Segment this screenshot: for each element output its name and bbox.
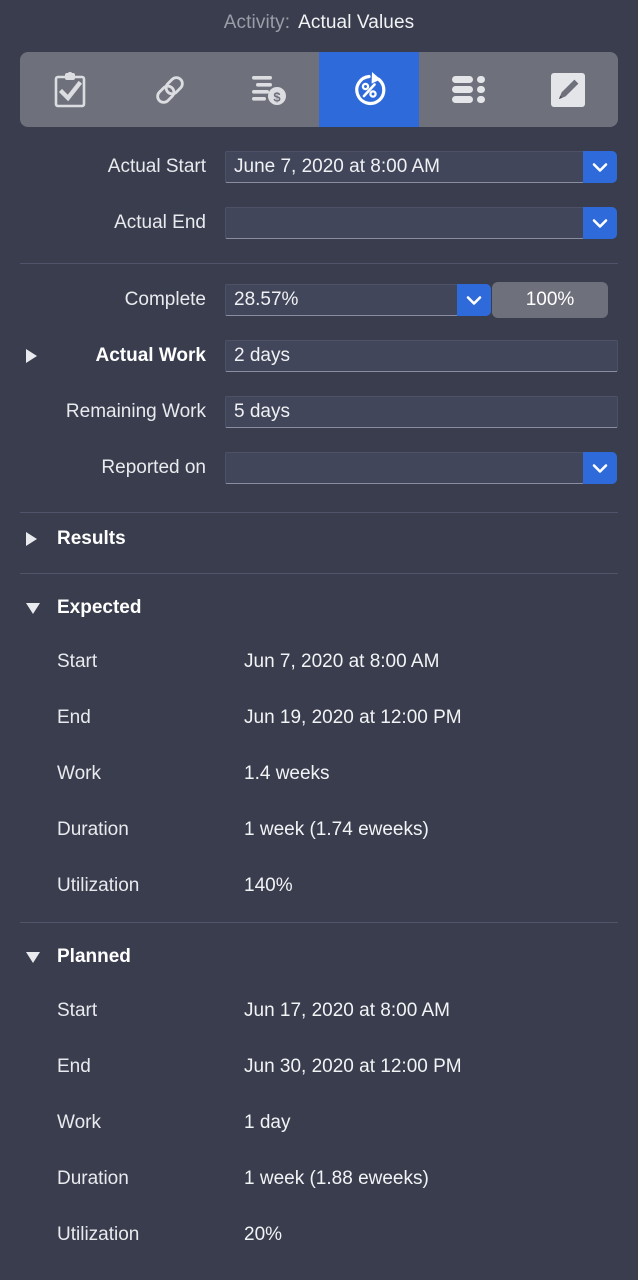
percent-progress-icon <box>348 69 390 111</box>
planned-row-utilization: Utilization 20% <box>0 1207 638 1263</box>
planned-utilization-value: 20% <box>244 1224 283 1245</box>
planned-start-value: Jun 17, 2020 at 8:00 AM <box>244 1000 450 1021</box>
clipboard-check-icon <box>52 71 88 109</box>
row-actual-work: Actual Work 2 days <box>0 328 638 384</box>
complete-label: Complete <box>124 289 206 310</box>
tab-actual-values[interactable] <box>319 52 419 127</box>
pencil-icon <box>549 71 587 109</box>
actual-end-chevron-down-icon[interactable] <box>583 207 617 239</box>
reported-on-chevron-down-icon[interactable] <box>583 452 617 484</box>
activity-inspector-panel: Activity: Actual Values $ Actual Start J… <box>0 0 638 1280</box>
actual-end-field[interactable] <box>225 207 617 239</box>
planned-row-start: Start Jun 17, 2020 at 8:00 AM <box>0 983 638 1039</box>
expected-disclosure-triangle-icon[interactable] <box>26 602 40 614</box>
page-title: Actual Values <box>298 12 415 33</box>
expected-work-label: Work <box>57 763 101 784</box>
planned-row-work: Work 1 day <box>0 1095 638 1151</box>
svg-text:$: $ <box>274 89 282 104</box>
expected-row-start: Start Jun 7, 2020 at 8:00 AM <box>0 634 638 690</box>
planned-title: Planned <box>57 946 131 967</box>
tab-notes[interactable] <box>518 52 618 127</box>
actual-work-label: Actual Work <box>95 345 206 366</box>
expected-row-duration: Duration 1 week (1.74 eweeks) <box>0 802 638 858</box>
row-complete: Complete 28.57% 100% <box>0 272 638 328</box>
actual-start-chevron-down-icon[interactable] <box>583 151 617 183</box>
section-header-results[interactable]: Results <box>0 513 638 565</box>
complete-chevron-down-icon[interactable] <box>457 284 491 316</box>
expected-end-value: Jun 19, 2020 at 12:00 PM <box>244 707 462 728</box>
planned-work-value: 1 day <box>244 1112 291 1133</box>
row-actual-start: Actual Start June 7, 2020 at 8:00 AM <box>0 139 638 195</box>
remaining-work-label: Remaining Work <box>65 401 206 422</box>
tab-links[interactable] <box>120 52 220 127</box>
complete-value: 28.57% <box>234 289 299 310</box>
planned-duration-label: Duration <box>57 1168 129 1189</box>
set-complete-100-button[interactable]: 100% <box>492 282 608 318</box>
tab-costs[interactable]: $ <box>219 52 319 127</box>
expected-row-work: Work 1.4 weeks <box>0 746 638 802</box>
expected-row-end: End Jun 19, 2020 at 12:00 PM <box>0 690 638 746</box>
reported-on-field[interactable] <box>225 452 617 484</box>
results-disclosure-triangle-icon[interactable] <box>26 532 37 546</box>
expected-work-value: 1.4 weeks <box>244 763 330 784</box>
results-title: Results <box>57 528 126 549</box>
planned-work-label: Work <box>57 1112 101 1133</box>
actual-end-label: Actual End <box>114 212 206 233</box>
remaining-work-field[interactable]: 5 days <box>225 396 618 428</box>
actual-work-field[interactable]: 2 days <box>225 340 618 372</box>
link-icon <box>150 70 190 110</box>
planned-disclosure-triangle-icon[interactable] <box>26 951 40 963</box>
tab-schedule[interactable] <box>419 52 519 127</box>
row-actual-end: Actual End <box>0 195 638 251</box>
remaining-work-value: 5 days <box>234 401 290 422</box>
actual-start-value: June 7, 2020 at 8:00 AM <box>234 156 440 177</box>
planned-duration-value: 1 week (1.88 eweeks) <box>244 1168 429 1189</box>
planned-row-duration: Duration 1 week (1.88 eweeks) <box>0 1151 638 1207</box>
actual-start-field[interactable]: June 7, 2020 at 8:00 AM <box>225 151 617 183</box>
gantt-bars-icon <box>450 74 488 106</box>
planned-start-label: Start <box>57 1000 98 1021</box>
expected-title: Expected <box>57 597 142 618</box>
planned-utilization-label: Utilization <box>57 1224 140 1245</box>
actual-work-value: 2 days <box>234 345 290 366</box>
expected-utilization-value: 140% <box>244 875 293 896</box>
expected-utilization-label: Utilization <box>57 875 140 896</box>
expected-end-label: End <box>57 707 91 728</box>
actual-work-disclosure-triangle-icon[interactable] <box>26 349 37 363</box>
planned-row-end: End Jun 30, 2020 at 12:00 PM <box>0 1039 638 1095</box>
actual-start-label: Actual Start <box>107 156 206 177</box>
tab-general[interactable] <box>20 52 120 127</box>
expected-row-utilization: Utilization 140% <box>0 858 638 914</box>
reported-on-label: Reported on <box>101 457 206 478</box>
expected-start-value: Jun 7, 2020 at 8:00 AM <box>244 651 440 672</box>
cost-icon: $ <box>249 72 289 108</box>
expected-duration-value: 1 week (1.74 eweeks) <box>244 819 429 840</box>
planned-end-label: End <box>57 1056 91 1077</box>
row-reported-on: Reported on <box>0 440 638 496</box>
panel-header-label: Activity: <box>223 12 291 33</box>
section-header-planned[interactable]: Planned <box>0 931 638 983</box>
section-header-expected[interactable]: Expected <box>0 582 638 634</box>
expected-duration-label: Duration <box>57 819 129 840</box>
row-remaining-work: Remaining Work 5 days <box>0 384 638 440</box>
expected-start-label: Start <box>57 651 98 672</box>
inspector-tab-bar: $ <box>20 52 618 127</box>
complete-field[interactable]: 28.57% <box>225 284 491 316</box>
planned-end-value: Jun 30, 2020 at 12:00 PM <box>244 1056 462 1077</box>
panel-header: Activity: Actual Values <box>0 0 638 46</box>
